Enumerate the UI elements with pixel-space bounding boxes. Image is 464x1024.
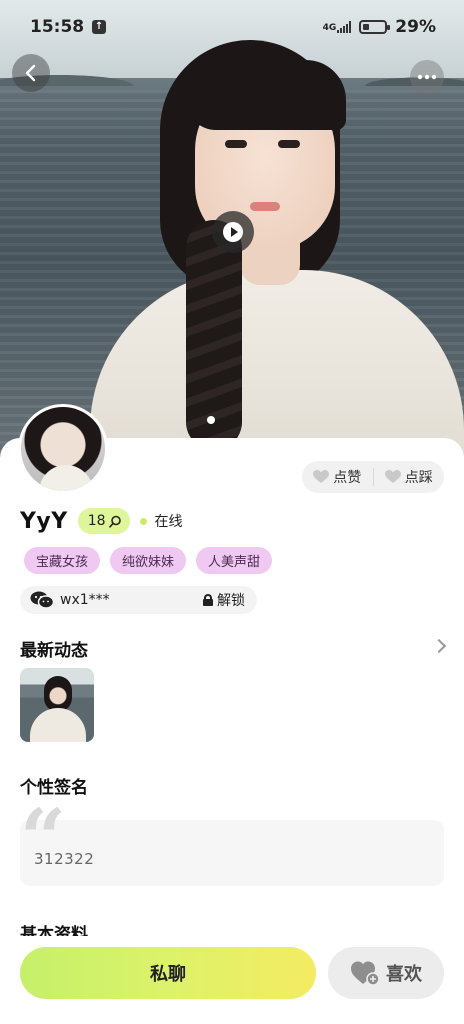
carousel-indicator-dot bbox=[207, 416, 215, 424]
photo-lips bbox=[250, 202, 280, 211]
favorite-label: 喜欢 bbox=[386, 964, 422, 985]
wechat-icon bbox=[30, 591, 54, 609]
status-indicators: 4G 29% bbox=[323, 17, 436, 37]
heart-plus-icon bbox=[351, 961, 380, 986]
network-type: 4G bbox=[322, 23, 337, 33]
more-dots-icon bbox=[417, 74, 437, 80]
upload-arrow-icon: ↑ bbox=[92, 20, 107, 34]
back-button[interactable] bbox=[12, 54, 50, 92]
section-title-latest: 最新动态 bbox=[20, 636, 98, 661]
like-label: 点赞 bbox=[333, 470, 362, 486]
tag-item: 人美声甜 bbox=[196, 547, 273, 574]
section-title-basic-info: 基本资料 bbox=[20, 920, 88, 936]
vote-group: 点赞 点踩 bbox=[302, 461, 444, 493]
user-name: YyY bbox=[20, 508, 68, 534]
private-chat-label: 私聊 bbox=[150, 964, 186, 985]
play-icon bbox=[223, 222, 243, 242]
signature-box: 312322 bbox=[20, 820, 444, 886]
photo-eye-left bbox=[225, 140, 247, 148]
more-options-button[interactable] bbox=[410, 60, 444, 94]
dislike-button[interactable]: 点踩 bbox=[374, 461, 445, 493]
avatar[interactable] bbox=[18, 404, 108, 494]
tag-list: 宝藏女孩 纯欲妹妹 人美声甜 bbox=[24, 547, 273, 574]
section-title-latest-text: 最新动态 bbox=[20, 641, 88, 661]
battery-percent: 29% bbox=[395, 17, 436, 37]
battery-fill bbox=[363, 24, 370, 30]
unlock-button[interactable]: 解锁 bbox=[203, 590, 245, 610]
dislike-label: 点踩 bbox=[404, 470, 433, 486]
chevron-left-icon bbox=[25, 64, 36, 82]
search-icon bbox=[108, 515, 121, 528]
play-video-button[interactable] bbox=[212, 211, 254, 253]
age-value: 18 bbox=[87, 513, 106, 529]
unlock-label: 解锁 bbox=[217, 593, 245, 609]
status-time-group: 15:58 ↑ bbox=[30, 17, 107, 37]
photo-fringe bbox=[186, 60, 346, 130]
latest-post-thumbnail[interactable] bbox=[20, 668, 94, 742]
network-indicator: 4G bbox=[323, 21, 352, 33]
name-row: YyY 18 在线 bbox=[20, 508, 183, 534]
online-dot bbox=[139, 517, 147, 525]
like-button[interactable]: 点赞 bbox=[302, 461, 373, 493]
photo-eye-right bbox=[278, 140, 300, 148]
battery-icon bbox=[359, 20, 391, 34]
signal-bars-icon bbox=[337, 21, 352, 33]
wechat-contact: wx1*** 解锁 bbox=[20, 586, 257, 614]
tag-item: 宝藏女孩 bbox=[24, 547, 101, 574]
broken-heart-icon bbox=[313, 470, 330, 483]
age-badge: 18 bbox=[77, 508, 130, 534]
online-status: 在线 bbox=[154, 514, 183, 530]
photo-person bbox=[90, 40, 464, 470]
wechat-id: wx1*** bbox=[60, 592, 110, 608]
favorite-button[interactable]: 喜欢 bbox=[328, 947, 444, 999]
status-time: 15:58 bbox=[30, 17, 85, 37]
lock-icon bbox=[203, 594, 213, 606]
quote-icon: “ bbox=[20, 791, 67, 885]
private-chat-button[interactable]: 私聊 bbox=[20, 947, 316, 999]
status-bar: 15:58 ↑ 4G 29% bbox=[0, 0, 464, 54]
tag-item: 纯欲妹妹 bbox=[110, 547, 187, 574]
photo-braid bbox=[186, 220, 242, 450]
section-title-basic-info-text: 基本资料 bbox=[20, 925, 88, 936]
heart-icon bbox=[384, 470, 401, 483]
